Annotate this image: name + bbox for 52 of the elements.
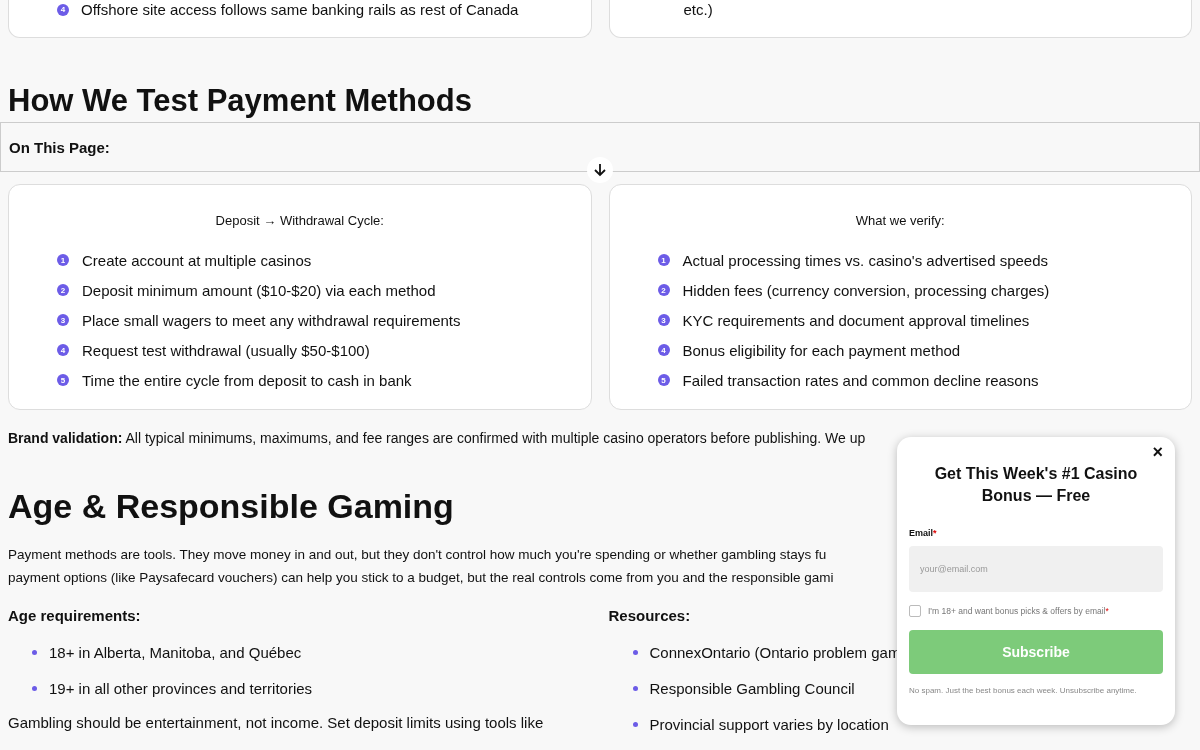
list-item: KYC requirements and document approval timelines [682,310,1030,330]
list-item: Place small wagers to meet any withdrawal requirements [82,310,461,330]
list-item: Actual processing times vs. casino's advertised speeds [682,250,1049,270]
arrow-down-icon [593,163,607,177]
consent-label: I'm 18+ and want bonus picks & offers by email* [928,604,1109,618]
email-field[interactable]: your@email.com [909,545,1163,592]
note-paragraph: Brand validation: All typical minimums, maximums, and fee ranges are confirmed with multiple casino operators before publishing. We up [8,429,866,448]
list-item: Provincial support varies by location [649,714,889,735]
bullet-icon [632,722,638,727]
card-title: Deposit → Withdrawal Cycle: [214,212,385,230]
list-item: 19+ in all other provinces and territories [49,678,313,699]
number-badge: 3 [57,314,69,326]
on-this-page-label: On This Page: [9,138,110,158]
list-item: Deposit minimum amount ($10-$20) via each method [82,280,436,300]
column-title: Resources: [608,606,691,626]
close-button[interactable]: × [1152,443,1163,461]
number-badge: 1 [57,254,69,266]
number-badge: 4 [657,344,670,356]
section-heading: How We Test Payment Methods [8,82,472,120]
list-item: Time the entire cycle from deposit to cash in bank [82,370,412,390]
card-title: What we verify: [854,212,946,230]
number-badge: 2 [57,284,69,296]
list-item: Request test withdrawal (usually $50-$100) [82,340,370,360]
list-item: Offshore site access follows same banking rails as rest of Canada [81,1,519,18]
list-item: Failed transaction rates and common decline reasons [682,370,1039,390]
popup-title: Get This Week's #1 Casino Bonus — Free [933,464,1139,506]
bullet-icon [632,650,638,655]
paragraph-line: Payment methods are tools. They move money in and out, but they don't control how much you're spending or whether gambling stays fu [8,546,827,564]
paragraph-line: payment options (like Paysafecard vouchers) can help you stick to a budget, but the real controls come from you and the responsible gami [8,569,834,587]
number-badge: 5 [657,374,670,386]
footnote: No spam. Just the best bonus each week. Unsubscribe anytime. [909,685,1138,698]
list-item: Bonus eligibility for each payment method [682,340,961,360]
bullet-icon [32,686,37,691]
number-badge: 4 [57,3,69,16]
expand-arrow-button[interactable] [587,157,613,183]
section-heading: Age & Responsible Gaming [8,486,454,527]
bullet-icon [632,686,638,691]
email-label: Email* [909,527,938,540]
list-item: Hidden fees (currency conversion, processing charges) [682,280,1050,300]
number-badge: 3 [657,314,670,326]
number-badge: 4 [57,344,69,356]
bullet-icon [32,650,37,655]
column-title: Age requirements: [8,606,141,626]
number-badge: 5 [57,374,69,386]
paragraph: Gambling should be entertainment, not income. Set deposit limits using tools like [8,712,545,733]
list-item: etc.) [683,1,713,18]
list-item: Create account at multiple casinos [82,250,312,270]
number-badge: 2 [657,284,670,296]
list-item: 18+ in Alberta, Manitoba, and Québec [49,642,302,663]
consent-checkbox[interactable] [909,604,921,617]
number-badge: 1 [657,254,670,266]
list-item: Responsible Gambling Council [649,678,855,699]
